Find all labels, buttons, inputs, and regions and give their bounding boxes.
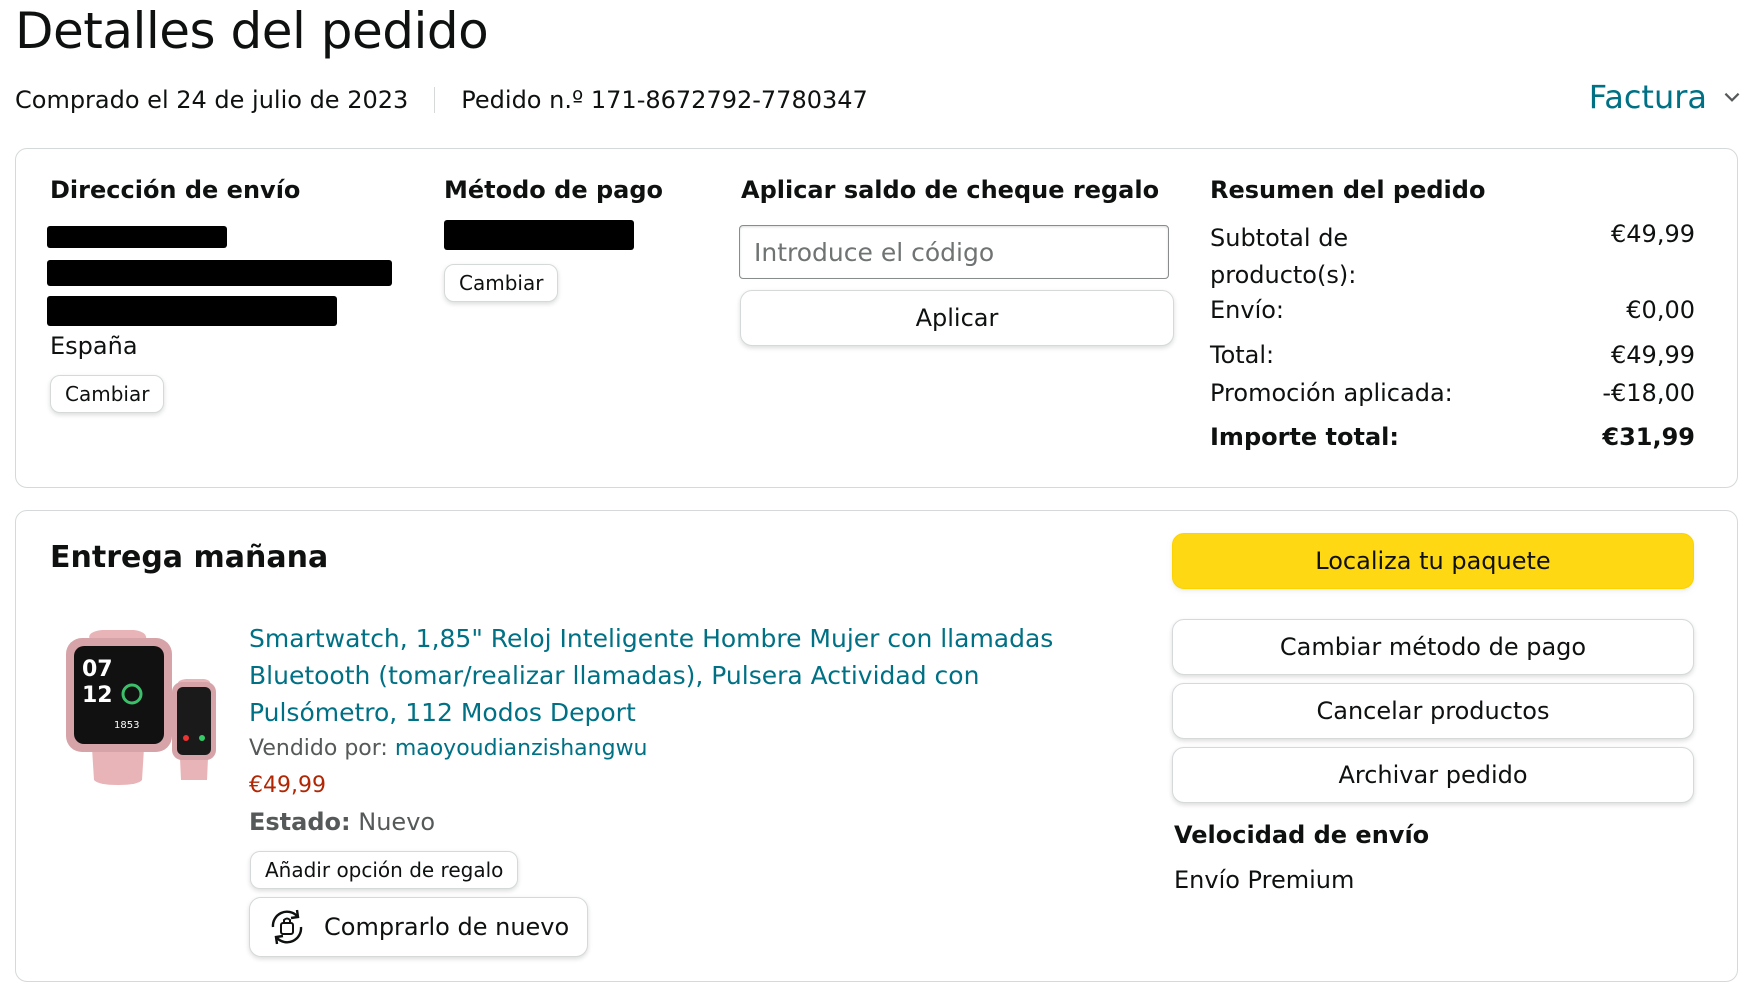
summary-row-shipping: Envío: €0,00 <box>1210 296 1695 324</box>
product-condition: Estado: Nuevo <box>249 808 435 836</box>
delivery-heading: Entrega mañana <box>50 540 329 575</box>
summary-value: €49,99 <box>1611 220 1695 248</box>
buy-again-button[interactable]: Comprarlo de nuevo <box>249 897 589 957</box>
page-title: Detalles del pedido <box>15 2 489 60</box>
condition-label: Estado: <box>249 808 351 836</box>
summary-row-total: Total: €49,99 <box>1210 341 1695 369</box>
summary-value: €49,99 <box>1611 341 1695 369</box>
summary-label: Importe total: <box>1210 423 1399 451</box>
summary-label: Promoción aplicada: <box>1210 379 1453 407</box>
seller-line: Vendido por: maoyoudianzishangwu <box>249 736 648 761</box>
change-payment-button[interactable]: Cambiar <box>444 264 559 302</box>
order-summary-heading: Resumen del pedido <box>1210 176 1486 204</box>
invoice-label: Factura <box>1588 78 1707 116</box>
invoice-dropdown[interactable]: Factura <box>1589 78 1743 116</box>
purchase-date: Comprado el 24 de julio de 2023 <box>15 86 409 114</box>
condition-value: Nuevo <box>358 808 436 836</box>
gift-card-heading: Aplicar saldo de cheque regalo <box>741 176 1160 204</box>
summary-row-grand-total: Importe total: €31,99 <box>1210 423 1695 451</box>
svg-text:12: 12 <box>82 683 113 708</box>
track-package-button[interactable]: Localiza tu paquete <box>1172 533 1694 589</box>
product-price: €49,99 <box>249 773 326 798</box>
archive-order-button[interactable]: Archivar pedido <box>1172 747 1694 803</box>
summary-value: -€18,00 <box>1602 379 1695 407</box>
smartwatch-product-image[interactable]: 07 12 1853 <box>62 630 222 785</box>
chevron-down-icon <box>1724 92 1740 102</box>
svg-text:1853: 1853 <box>114 720 139 731</box>
order-number: Pedido n.º 171-8672792-7780347 <box>461 86 868 114</box>
summary-label: Subtotal de producto(s): <box>1210 224 1357 289</box>
apply-gift-button[interactable]: Aplicar <box>740 290 1174 346</box>
change-address-button[interactable]: Cambiar <box>50 375 165 413</box>
buy-again-icon <box>271 909 303 945</box>
summary-value: €31,99 <box>1602 423 1695 451</box>
summary-row-subtotal: Subtotal de producto(s): €49,99 <box>1210 220 1695 294</box>
cancel-items-button[interactable]: Cancelar productos <box>1172 683 1694 739</box>
redacted-payment-card <box>444 220 634 250</box>
redacted-name <box>47 226 227 248</box>
shipping-country: España <box>50 332 138 360</box>
meta-divider <box>434 87 436 113</box>
sold-by-label: Vendido por: <box>249 736 388 761</box>
redacted-address-line <box>47 296 337 326</box>
order-meta: Comprado el 24 de julio de 2023 Pedido n… <box>15 86 868 114</box>
payment-method-heading: Método de pago <box>444 176 663 204</box>
summary-label: Total: <box>1210 341 1275 369</box>
summary-row-promotion: Promoción aplicada: -€18,00 <box>1210 379 1695 407</box>
shipping-address-heading: Dirección de envío <box>50 176 301 204</box>
product-title-link[interactable]: Smartwatch, 1,85" Reloj Inteligente Homb… <box>249 620 1119 731</box>
buy-again-label: Comprarlo de nuevo <box>324 913 570 941</box>
add-gift-option-button[interactable]: Añadir opción de regalo <box>250 851 519 889</box>
summary-value: €0,00 <box>1626 296 1695 324</box>
gift-code-input[interactable] <box>739 225 1169 279</box>
redacted-address-line <box>47 260 392 286</box>
shipping-speed-value: Envío Premium <box>1174 866 1355 894</box>
seller-link[interactable]: maoyoudianzishangwu <box>395 736 648 761</box>
shipping-speed-heading: Velocidad de envío <box>1174 821 1430 849</box>
svg-text:07: 07 <box>82 657 113 682</box>
summary-label: Envío: <box>1210 296 1285 324</box>
change-payment-method-button[interactable]: Cambiar método de pago <box>1172 619 1694 675</box>
